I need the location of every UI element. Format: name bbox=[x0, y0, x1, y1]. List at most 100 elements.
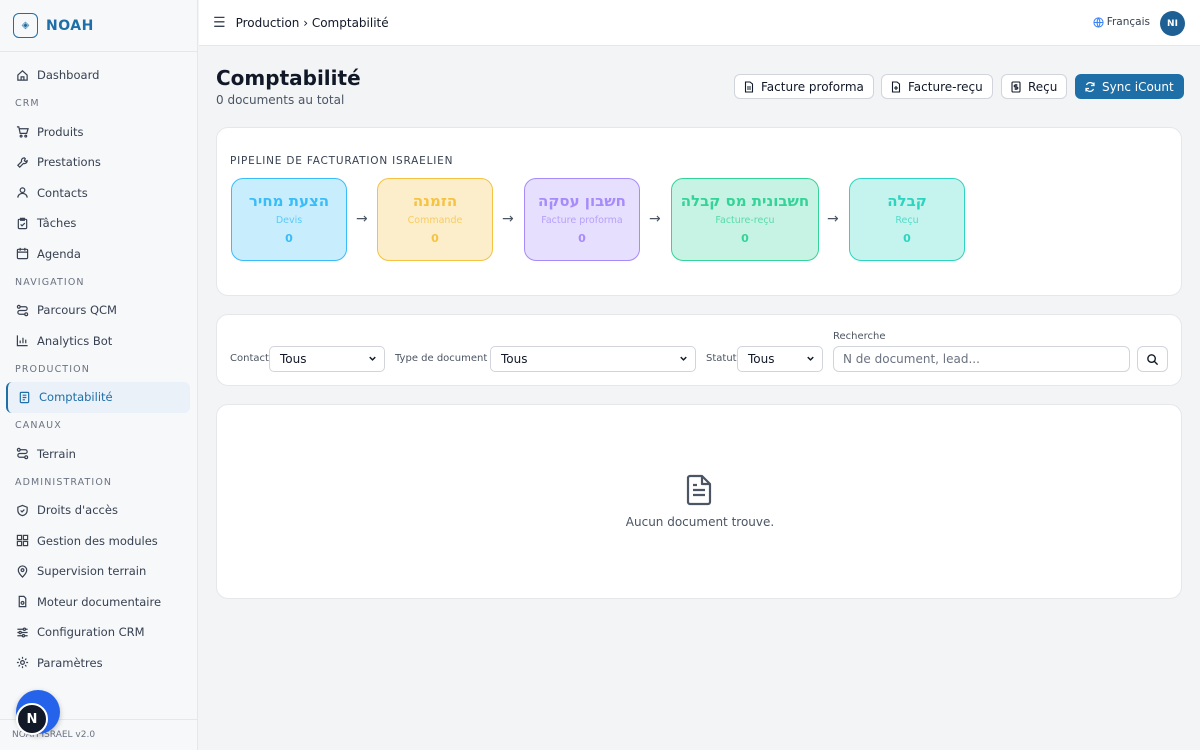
stage-count: 0 bbox=[741, 232, 749, 245]
button-label: Sync iCount bbox=[1102, 79, 1174, 94]
chevron-down-icon bbox=[367, 353, 378, 367]
section-production: PRODUCTION bbox=[15, 363, 90, 375]
sidebar: ◈ NOAH Dashboard CRM Produits Prestation… bbox=[0, 0, 198, 750]
stage-french-label: Commande bbox=[407, 215, 463, 226]
n-badge-button[interactable]: N bbox=[16, 703, 48, 735]
shield-icon bbox=[15, 503, 29, 517]
sidebar-item-label: Parcours QCM bbox=[37, 303, 117, 318]
pipeline-stage[interactable]: הצעת מחיר Devis 0 bbox=[231, 178, 347, 261]
type-filter-label: Type de document bbox=[395, 353, 488, 364]
stage-hebrew-label: קבלה bbox=[887, 192, 927, 210]
sync-icount-button[interactable]: Sync iCount bbox=[1075, 74, 1184, 99]
sidebar-item-label: Paramètres bbox=[37, 655, 103, 670]
statut-select[interactable]: Tous bbox=[737, 346, 823, 372]
sidebar-item-label: Analytics Bot bbox=[37, 333, 113, 348]
grid-icon bbox=[15, 534, 29, 548]
section-crm: CRM bbox=[15, 98, 40, 109]
search-button[interactable] bbox=[1137, 346, 1168, 372]
stage-hebrew-label: הצעת מחיר bbox=[248, 192, 330, 210]
home-icon bbox=[15, 68, 29, 82]
facture-recu-button[interactable]: Facture-reçu bbox=[881, 74, 993, 99]
sidebar-item-label: Gestion des modules bbox=[37, 533, 158, 548]
sidebar-item-label: Droits d'accès bbox=[37, 503, 118, 518]
sidebar-item-label: Prestations bbox=[37, 155, 101, 170]
sidebar-item-label: Configuration CRM bbox=[37, 625, 145, 640]
contact-select[interactable]: Tous bbox=[269, 346, 385, 372]
search-input[interactable]: N de document, lead... bbox=[833, 346, 1130, 372]
pipeline-stage[interactable]: הזמנה Commande 0 bbox=[377, 178, 493, 261]
sidebar-item-dashboard[interactable]: Dashboard bbox=[0, 60, 190, 91]
noah-logo-icon: ◈ bbox=[13, 13, 38, 38]
sidebar-item-label: Tâches bbox=[37, 216, 77, 231]
stage-french-label: Facture-reçu bbox=[715, 215, 775, 226]
button-label: Facture proforma bbox=[761, 79, 864, 94]
cart-icon bbox=[15, 125, 29, 139]
sidebar-item-gestion-modules[interactable]: Gestion des modules bbox=[0, 526, 190, 557]
sidebar-item-supervision-terrain[interactable]: Supervision terrain bbox=[0, 556, 190, 587]
select-value: Tous bbox=[748, 352, 775, 366]
contact-filter-label: Contact bbox=[230, 353, 269, 364]
stage-french-label: Reçu bbox=[895, 215, 919, 226]
sidebar-item-agenda[interactable]: Agenda bbox=[0, 239, 190, 270]
chevron-down-icon bbox=[805, 353, 816, 367]
pipeline-stage[interactable]: חשבונית מס קבלה Facture-reçu 0 bbox=[671, 178, 819, 261]
sidebar-item-comptabilite[interactable]: Comptabilité bbox=[6, 382, 190, 413]
sidebar-nav: Dashboard CRM Produits Prestations Conta… bbox=[0, 60, 198, 678]
sidebar-item-taches[interactable]: Tâches bbox=[0, 208, 190, 239]
arrow-right-icon: → bbox=[827, 211, 839, 227]
avatar[interactable]: NI bbox=[1160, 11, 1185, 36]
sidebar-item-moteur-documentaire[interactable]: Moteur documentaire bbox=[0, 587, 190, 618]
search-icon bbox=[1146, 353, 1159, 366]
receipt-icon bbox=[17, 390, 31, 404]
wrench-icon bbox=[15, 155, 29, 169]
sidebar-item-configuration-crm[interactable]: Configuration CRM bbox=[0, 617, 190, 648]
document-type-select[interactable]: Tous bbox=[490, 346, 696, 372]
language-selector[interactable]: Français bbox=[1093, 16, 1150, 28]
brand[interactable]: ◈ NOAH bbox=[0, 0, 197, 52]
recu-button[interactable]: Reçu bbox=[1001, 74, 1068, 99]
pipeline-card: PIPELINE DE FACTURATION ISRAELIEN הצעת מ… bbox=[216, 127, 1182, 296]
documents-card: Aucun document trouve. bbox=[216, 404, 1182, 599]
button-label: Reçu bbox=[1028, 79, 1058, 94]
sidebar-item-contacts[interactable]: Contacts bbox=[0, 178, 190, 209]
sidebar-item-analytics-bot[interactable]: Analytics Bot bbox=[0, 326, 190, 357]
breadcrumb: Production › Comptabilité bbox=[235, 15, 389, 30]
file-text-icon bbox=[683, 473, 715, 510]
section-navigation: NAVIGATION bbox=[15, 276, 85, 288]
globe-icon bbox=[1093, 16, 1104, 28]
stage-french-label: Devis bbox=[275, 215, 303, 226]
map-pin-icon bbox=[15, 564, 29, 578]
statut-filter-label: Statut bbox=[706, 353, 737, 364]
pipeline-title: PIPELINE DE FACTURATION ISRAELIEN bbox=[230, 155, 454, 167]
page-title: Comptabilité bbox=[216, 66, 361, 90]
receipt-icon bbox=[1010, 80, 1022, 93]
route-icon bbox=[15, 303, 29, 317]
pipeline-stage[interactable]: חשבון עסקה Facture proforma 0 bbox=[524, 178, 640, 261]
clipboard-icon bbox=[15, 216, 29, 230]
arrow-right-icon: → bbox=[649, 211, 661, 227]
facture-proforma-button[interactable]: Facture proforma bbox=[734, 74, 874, 99]
sidebar-item-produits[interactable]: Produits bbox=[0, 117, 190, 148]
arrow-right-icon: → bbox=[356, 211, 368, 227]
pipeline-stage[interactable]: קבלה Reçu 0 bbox=[849, 178, 965, 261]
user-icon bbox=[15, 186, 29, 200]
section-administration: ADMINISTRATION bbox=[15, 476, 113, 488]
stage-hebrew-label: חשבונית מס קבלה bbox=[680, 192, 810, 210]
sidebar-item-label: Moteur documentaire bbox=[37, 594, 162, 609]
sidebar-item-prestations[interactable]: Prestations bbox=[0, 147, 190, 178]
top-bar: ☰ Production › Comptabilité Français NI bbox=[199, 0, 1200, 46]
section-canaux: CANAUX bbox=[15, 420, 62, 431]
page-subtitle: 0 documents au total bbox=[216, 93, 345, 107]
menu-icon[interactable]: ☰ bbox=[213, 15, 226, 31]
sidebar-item-parametres[interactable]: Paramètres bbox=[0, 648, 190, 679]
stage-count: 0 bbox=[578, 232, 586, 245]
stage-hebrew-label: חשבון עסקה bbox=[538, 192, 626, 210]
sidebar-item-label: Terrain bbox=[37, 446, 76, 461]
button-label: Facture-reçu bbox=[908, 79, 983, 94]
stage-hebrew-label: הזמנה bbox=[412, 192, 458, 210]
sidebar-item-parcours-qcm[interactable]: Parcours QCM bbox=[0, 295, 190, 326]
sidebar-item-droits-acces[interactable]: Droits d'accès bbox=[0, 495, 190, 526]
arrow-right-icon: → bbox=[502, 211, 514, 227]
sidebar-item-terrain[interactable]: Terrain bbox=[0, 439, 190, 470]
file-cog-icon bbox=[15, 595, 29, 609]
